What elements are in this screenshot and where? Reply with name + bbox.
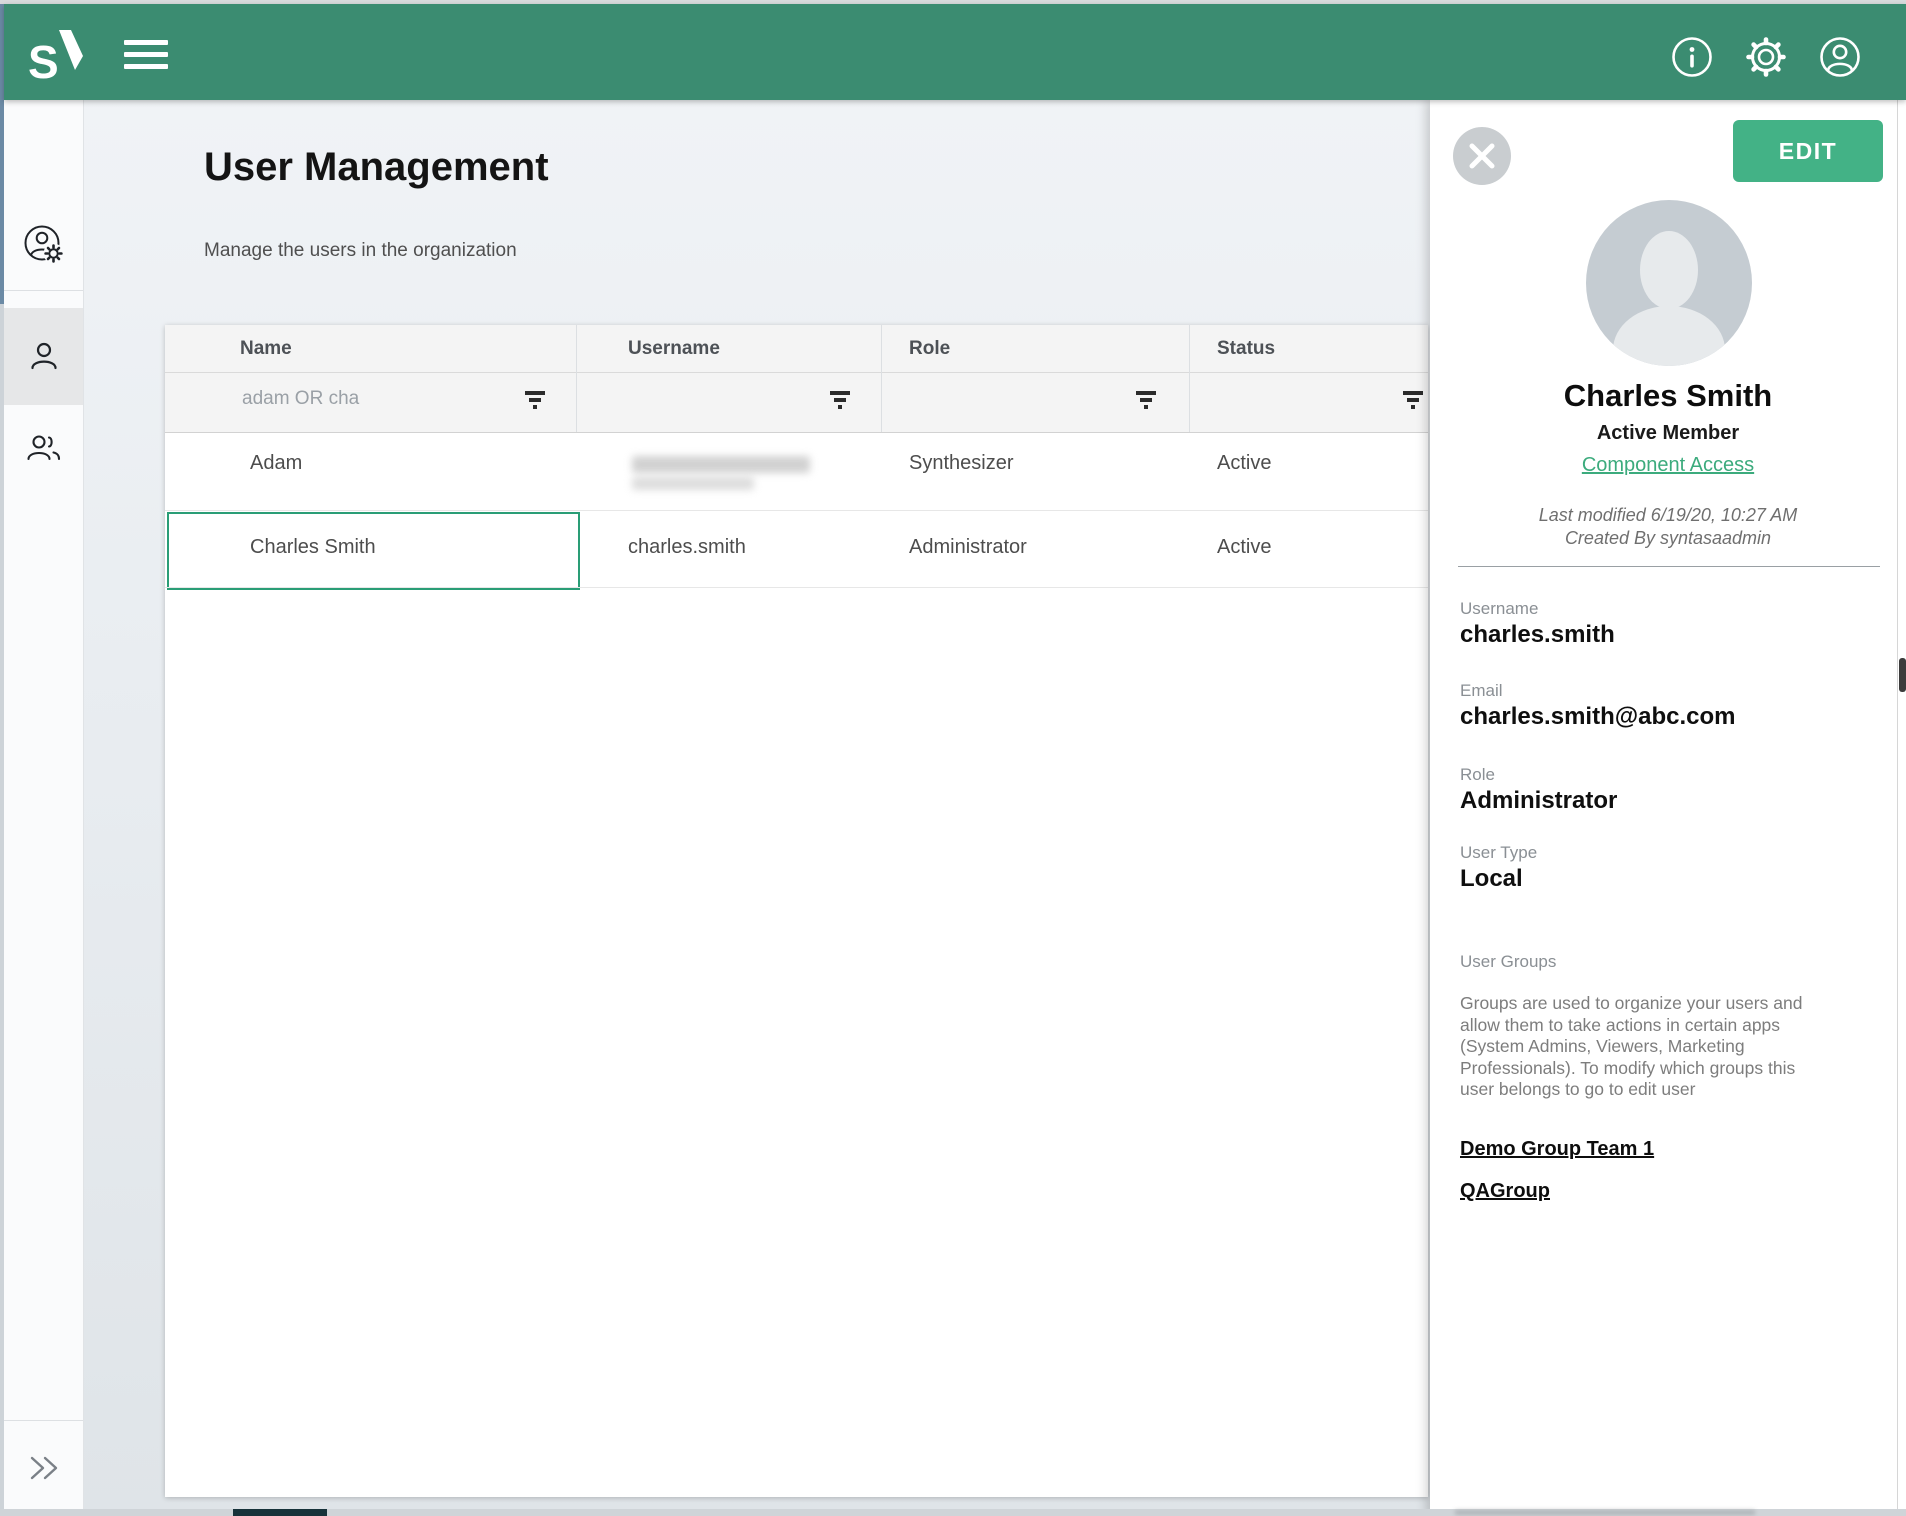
field-value-role: Administrator — [1460, 787, 1617, 815]
account-circle-icon[interactable] — [1818, 35, 1862, 79]
panel-divider — [1458, 566, 1880, 567]
table-header-row: Name Username Role Status — [165, 325, 1428, 373]
table-filter-row — [165, 373, 1428, 433]
cell-role[interactable]: Administrator — [909, 536, 1027, 559]
field-value-user-type: Local — [1460, 865, 1523, 893]
page-subtitle: Manage the users in the organization — [204, 240, 517, 262]
cell-role[interactable]: Synthesizer — [909, 452, 1014, 475]
sidebar-item-users[interactable] — [4, 308, 83, 405]
scrollbar-thumb[interactable] — [1899, 658, 1906, 692]
sidebar-item-user-settings[interactable] — [4, 202, 83, 288]
edit-button[interactable]: EDIT — [1733, 120, 1883, 182]
status-filter-input[interactable] — [1217, 387, 1341, 411]
user-detail-panel: EDIT Charles Smith Active Member Compone… — [1430, 100, 1906, 1516]
app-window: S — [0, 0, 1906, 1516]
cell-name[interactable]: Adam — [250, 452, 302, 475]
panel-user-name: Charles Smith — [1430, 378, 1906, 414]
menu-icon[interactable] — [124, 40, 168, 70]
last-modified-text: Last modified 6/19/20, 10:27 AM — [1430, 505, 1906, 526]
window-edge-artifact — [1455, 1510, 1755, 1515]
username-filter-input[interactable] — [628, 387, 782, 411]
brand-logo[interactable]: S — [28, 30, 98, 78]
user-icon — [24, 337, 64, 377]
field-label-username: Username — [1460, 599, 1538, 619]
field-value-email: charles.smith@abc.com — [1460, 703, 1736, 731]
info-icon[interactable] — [1670, 35, 1714, 79]
name-filter-input[interactable] — [240, 387, 464, 411]
user-groups-description: Groups are used to organize your users a… — [1460, 993, 1812, 1101]
column-divider — [576, 325, 577, 432]
filter-icon[interactable] — [1133, 389, 1159, 411]
brand-letter: S — [28, 36, 57, 88]
expand-sidebar-button[interactable] — [4, 1420, 83, 1516]
redacted-username — [632, 477, 754, 490]
cell-status[interactable]: Active — [1217, 452, 1271, 475]
filter-icon[interactable] — [522, 389, 548, 411]
filter-icon[interactable] — [827, 389, 853, 411]
column-header-status[interactable]: Status — [1217, 338, 1275, 360]
cell-username[interactable]: charles.smith — [628, 536, 746, 559]
role-filter-input[interactable] — [909, 387, 1063, 411]
sidebar-item-user-groups[interactable] — [4, 405, 83, 491]
window-edge-artifact — [233, 1509, 327, 1516]
close-panel-button[interactable] — [1453, 127, 1511, 185]
filter-icon[interactable] — [1400, 389, 1426, 411]
column-header-role[interactable]: Role — [909, 338, 950, 360]
double-chevron-right-icon — [24, 1450, 64, 1486]
group-link-qagroup[interactable]: QAGroup — [1460, 1180, 1550, 1203]
user-groups-label: User Groups — [1460, 952, 1556, 972]
user-group-icon — [22, 428, 66, 468]
component-access-link[interactable]: Component Access — [1430, 454, 1906, 477]
created-by-text: Created By syntasaadmin — [1430, 528, 1906, 549]
field-value-username: charles.smith — [1460, 621, 1615, 649]
panel-membership-status: Active Member — [1430, 422, 1906, 445]
field-label-email: Email — [1460, 681, 1503, 701]
column-divider — [1189, 325, 1190, 432]
page-title: User Management — [204, 145, 549, 190]
row-divider — [165, 587, 1428, 588]
close-icon — [1453, 127, 1511, 185]
scrollbar-track — [1897, 100, 1898, 1516]
row-divider — [165, 510, 1428, 511]
user-settings-icon — [21, 222, 67, 268]
group-link-demo-group-team-1[interactable]: Demo Group Team 1 — [1460, 1138, 1654, 1161]
users-table: Name Username Role Status Adam Synthesiz… — [165, 325, 1428, 1497]
column-divider — [881, 325, 882, 432]
app-header: S — [4, 4, 1906, 100]
cell-status[interactable]: Active — [1217, 536, 1271, 559]
column-header-name[interactable]: Name — [240, 338, 292, 360]
field-label-role: Role — [1460, 765, 1495, 785]
settings-gear-icon[interactable] — [1744, 35, 1788, 79]
redacted-username — [632, 456, 810, 473]
sidebar — [4, 100, 84, 1516]
field-label-user-type: User Type — [1460, 843, 1537, 863]
avatar — [1586, 200, 1752, 366]
cell-name[interactable]: Charles Smith — [250, 536, 376, 559]
sidebar-divider — [4, 290, 83, 291]
brand-slash-icon — [57, 30, 83, 70]
column-header-username[interactable]: Username — [628, 338, 720, 360]
